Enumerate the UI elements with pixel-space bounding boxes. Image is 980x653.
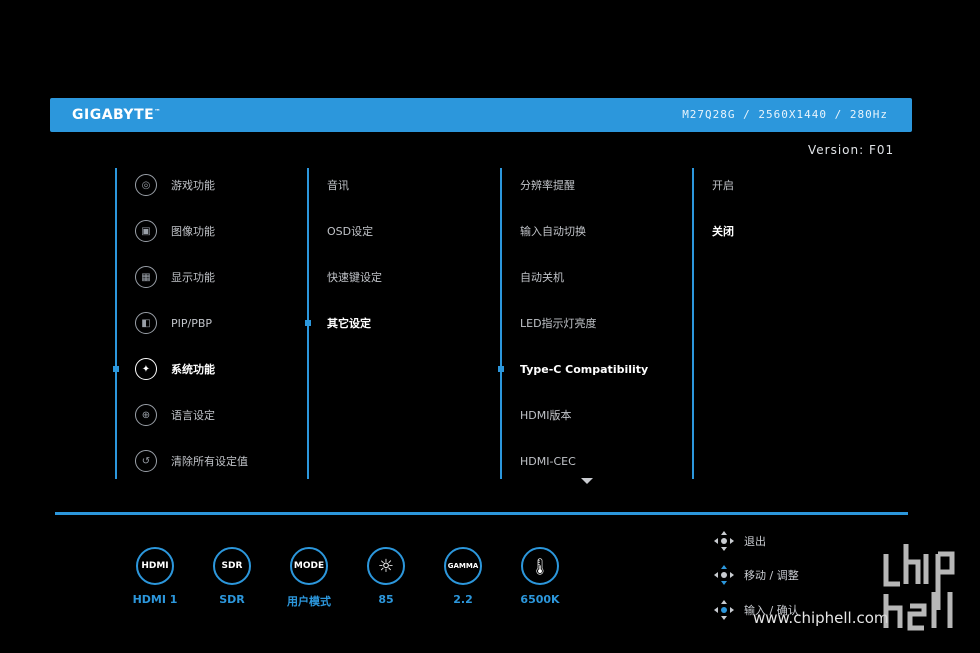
menu-item-pip-pbp[interactable]: ◧ PIP/PBP bbox=[135, 308, 212, 338]
joystick-press-icon bbox=[714, 600, 734, 620]
submenu-item-other[interactable]: 其它设定 bbox=[327, 308, 371, 338]
model-info: M27Q28G / 2560X1440 / 280Hz bbox=[682, 108, 888, 121]
selection-marker bbox=[305, 320, 311, 326]
value-on[interactable]: 开启 bbox=[712, 170, 734, 200]
selection-marker bbox=[113, 366, 119, 372]
option-resolution-notice[interactable]: 分辨率提醒 bbox=[520, 170, 575, 200]
brightness-icon: ☼ bbox=[367, 547, 405, 585]
sdr-icon: SDR bbox=[213, 547, 251, 585]
main-menu: ◎ 游戏功能 ▣ 图像功能 ▦ 显示功能 ◧ PIP/PBP ✦ 系统功能 ⊕ … bbox=[113, 168, 307, 479]
selection-marker bbox=[498, 366, 504, 372]
status-color-temp: 🌡 6500K bbox=[510, 547, 570, 606]
status-input: HDMI HDMI 1 bbox=[125, 547, 185, 606]
option-hdmi-version[interactable]: HDMI版本 bbox=[520, 400, 571, 430]
thermometer-icon: 🌡 bbox=[521, 547, 559, 585]
status-gamma: GAMMA 2.2 bbox=[433, 547, 493, 606]
mode-icon: MODE bbox=[290, 547, 328, 585]
sub-menu: 音讯 OSD设定 快速键设定 其它设定 bbox=[305, 168, 499, 479]
firmware-version: Version: F01 bbox=[808, 143, 895, 157]
scroll-down-icon[interactable] bbox=[581, 478, 593, 484]
status-mode: MODE 用户模式 bbox=[279, 547, 339, 609]
chiphell-logo bbox=[883, 544, 955, 631]
menu-item-picture[interactable]: ▣ 图像功能 bbox=[135, 216, 215, 246]
pip-icon: ◧ bbox=[135, 312, 157, 334]
status-brightness: ☼ 85 bbox=[356, 547, 416, 606]
submenu-item-quick-key[interactable]: 快速键设定 bbox=[327, 262, 382, 292]
options-menu: 分辨率提醒 输入自动切换 自动关机 LED指示灯亮度 Type-C Compat… bbox=[498, 168, 692, 479]
option-led-brightness[interactable]: LED指示灯亮度 bbox=[520, 308, 597, 338]
option-input-auto-switch[interactable]: 输入自动切换 bbox=[520, 216, 586, 246]
gear-icon: ✦ bbox=[135, 358, 157, 380]
menu-item-system[interactable]: ✦ 系统功能 bbox=[135, 354, 215, 384]
values-menu: 开启 关闭 bbox=[692, 168, 884, 479]
menu-item-language[interactable]: ⊕ 语言设定 bbox=[135, 400, 215, 430]
joystick-left-icon bbox=[714, 531, 734, 551]
brand-logo: GIGABYTE™ bbox=[72, 107, 161, 123]
hint-move-adjust: 移动 / 调整 bbox=[714, 565, 799, 585]
option-auto-power-off[interactable]: 自动关机 bbox=[520, 262, 564, 292]
monitor-osd: GIGABYTE™ M27Q28G / 2560X1440 / 280Hz Ve… bbox=[0, 0, 980, 653]
reset-icon: ↺ bbox=[135, 450, 157, 472]
hdmi-icon: HDMI bbox=[136, 547, 174, 585]
submenu-item-osd[interactable]: OSD设定 bbox=[327, 216, 373, 246]
option-hdmi-cec[interactable]: HDMI-CEC bbox=[520, 446, 576, 476]
picture-icon: ▣ bbox=[135, 220, 157, 242]
gamepad-icon: ◎ bbox=[135, 174, 157, 196]
joystick-updown-icon bbox=[714, 565, 734, 585]
watermark-url: www.chiphell.com bbox=[753, 609, 889, 627]
value-off[interactable]: 关闭 bbox=[712, 216, 734, 246]
status-hdr: SDR SDR bbox=[202, 547, 262, 606]
display-grid-icon: ▦ bbox=[135, 266, 157, 288]
submenu-item-audio[interactable]: 音讯 bbox=[327, 170, 349, 200]
divider bbox=[55, 512, 908, 515]
option-type-c-compatibility[interactable]: Type-C Compatibility bbox=[520, 354, 648, 384]
menu-item-gaming[interactable]: ◎ 游戏功能 bbox=[135, 170, 215, 200]
menu-item-display[interactable]: ▦ 显示功能 bbox=[135, 262, 215, 292]
gamma-icon: GAMMA bbox=[444, 547, 482, 585]
title-bar: GIGABYTE™ M27Q28G / 2560X1440 / 280Hz bbox=[50, 98, 912, 132]
hint-exit: 退出 bbox=[714, 531, 766, 551]
menu-item-reset[interactable]: ↺ 清除所有设定值 bbox=[135, 446, 248, 476]
globe-icon: ⊕ bbox=[135, 404, 157, 426]
